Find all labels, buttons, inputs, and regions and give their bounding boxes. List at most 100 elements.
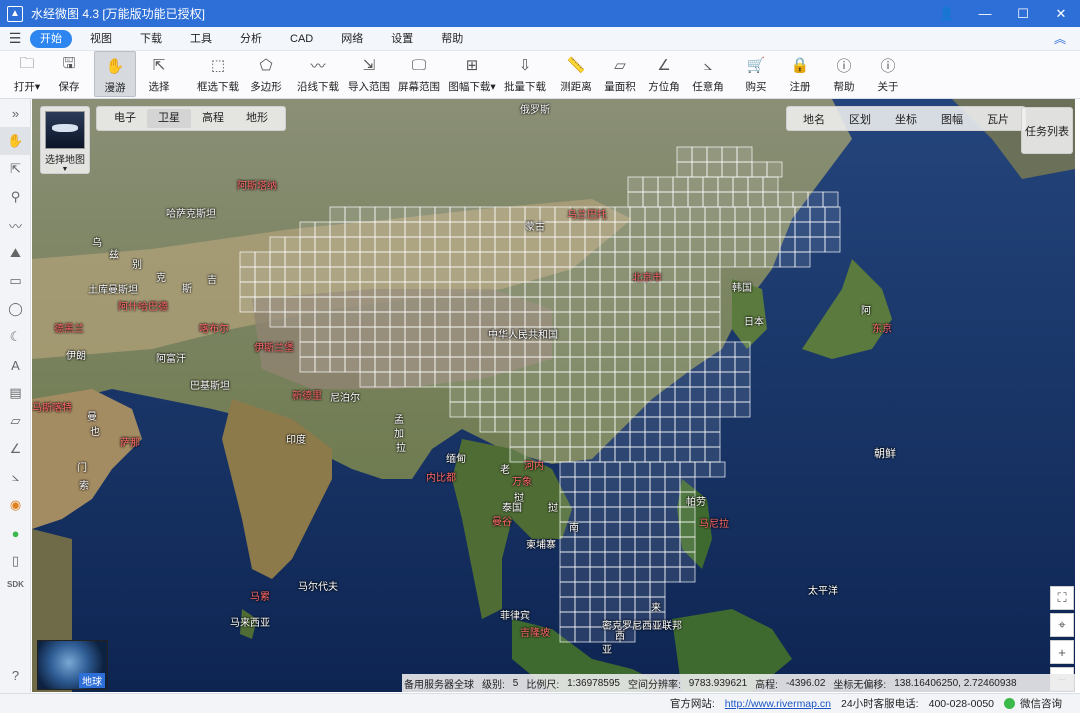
tile-cell xyxy=(239,266,256,283)
crescent-icon[interactable]: ☾ xyxy=(0,323,31,351)
toolbar-sheet-download-button[interactable]: ⊞ 图幅下载▾ xyxy=(444,51,500,97)
menu-tools[interactable]: 工具 xyxy=(180,30,222,48)
toolbar-batch-download-button[interactable]: ⇩ 批量下载 xyxy=(500,51,550,97)
minimize-icon[interactable]: — xyxy=(966,0,1004,27)
toolbar-line-download-button[interactable]: 〰沿线下载 xyxy=(292,51,344,97)
tile-cell xyxy=(604,536,621,553)
tile-cell xyxy=(329,251,346,268)
area-icon[interactable]: ⛰ xyxy=(0,239,31,267)
tile-cell xyxy=(419,206,436,223)
maximize-icon[interactable]: ☐ xyxy=(1004,0,1042,27)
tile-cell xyxy=(734,206,751,223)
toolbar-help-button[interactable]: ⓘ 帮助 xyxy=(822,51,866,97)
tab-satellite[interactable]: 卫星 xyxy=(147,109,191,128)
tile-cell xyxy=(329,326,346,343)
menu-network[interactable]: 网络 xyxy=(331,30,373,48)
toolbar-open-button[interactable]: 🗀 打开▾ xyxy=(6,51,48,97)
toolbar-screen-range-button[interactable]: 🖵 屏幕范围 xyxy=(394,51,444,97)
collapse-ribbon-icon[interactable]: ︽ xyxy=(1054,30,1066,47)
user-icon[interactable]: 👤 xyxy=(928,0,966,27)
toolbar-polygon-button[interactable]: ⬠ 多边形 xyxy=(244,51,288,97)
azimuth-icon[interactable]: ∠ xyxy=(0,435,31,463)
tile-cell xyxy=(554,356,571,373)
toolbar-register-button[interactable]: 🔒 注册 xyxy=(778,51,822,97)
close-icon[interactable]: ✕ xyxy=(1042,0,1080,27)
toolbar-buy-button[interactable]: 🛒 购买 xyxy=(734,51,778,97)
tile-cell xyxy=(679,536,696,553)
tile-cell xyxy=(404,341,421,358)
tile-cell xyxy=(344,221,361,238)
overlay-sheets[interactable]: 图幅 xyxy=(929,111,975,127)
menu-help[interactable]: 帮助 xyxy=(431,30,473,48)
polyline-icon[interactable]: 〰 xyxy=(0,211,31,239)
tab-electronic[interactable]: 电子 xyxy=(103,109,147,128)
circle-icon[interactable]: ◯ xyxy=(0,295,31,323)
area-measure-icon[interactable]: ▱ xyxy=(0,407,31,435)
map-label: 也 xyxy=(90,427,100,438)
overlay-divisions[interactable]: 区划 xyxy=(837,111,883,127)
hand-icon[interactable]: ✋ xyxy=(0,127,31,155)
cursor-icon[interactable]: ⇱ xyxy=(0,155,31,183)
tile-cell xyxy=(344,341,361,358)
menu-settings[interactable]: 设置 xyxy=(381,30,423,48)
map-canvas[interactable] xyxy=(32,99,1075,692)
overlay-tiles[interactable]: 瓦片 xyxy=(975,111,1021,127)
task-list-button[interactable]: 任务列表 xyxy=(1021,107,1073,154)
map-label-capital: 伊斯兰堡 xyxy=(254,343,294,354)
tile-cell xyxy=(284,296,301,313)
toolbar-azimuth-button[interactable]: ∠ 方位角 xyxy=(642,51,686,97)
pin-icon[interactable]: ⚲ xyxy=(0,183,31,211)
hamburger-icon[interactable]: ☰ xyxy=(0,30,30,47)
tile-cell xyxy=(464,251,481,268)
map-selector[interactable]: 选择地图 ▼ xyxy=(40,106,90,174)
status-resolution-label: 空间分辨率: xyxy=(627,679,681,691)
tile-cell xyxy=(644,416,661,433)
tile-cell xyxy=(479,386,496,403)
menu-view[interactable]: 视图 xyxy=(80,30,122,48)
toolbar-save-button[interactable]: 🖫 保存 xyxy=(48,51,90,97)
menu-start[interactable]: 开始 xyxy=(30,29,72,48)
help-circle-icon[interactable]: ? xyxy=(0,661,31,689)
angle-icon[interactable]: ⦣ xyxy=(0,463,31,491)
menu-download[interactable]: 下载 xyxy=(130,30,172,48)
toolbar-select-button[interactable]: ⇱ 选择 xyxy=(138,51,180,97)
tile-cell xyxy=(644,386,661,403)
angle-icon: ⦣ xyxy=(703,56,713,74)
zoom-in-icon[interactable]: + xyxy=(1050,640,1074,664)
tile-cell xyxy=(589,536,606,553)
overlay-coordinates[interactable]: 坐标 xyxy=(883,111,929,127)
toolbar-import-range-button[interactable]: ⇲ 导入范围 xyxy=(344,51,394,97)
tile-cell xyxy=(509,251,526,268)
overlay-place-names[interactable]: 地名 xyxy=(791,111,837,127)
footer-site-link[interactable]: http://www.rivermap.cn xyxy=(725,698,831,710)
expand-icon[interactable]: » xyxy=(0,99,31,127)
toolbar-measure-area-button[interactable]: ▱ 量面积 xyxy=(598,51,642,97)
tab-elevation[interactable]: 高程 xyxy=(191,109,235,128)
link-icon[interactable]: ● xyxy=(0,519,31,547)
globe-overview[interactable]: 地球 xyxy=(37,640,108,690)
toolbar-pan-button[interactable]: ✋ 漫游 xyxy=(94,51,136,97)
menu-analysis[interactable]: 分析 xyxy=(230,30,272,48)
fullscreen-icon[interactable]: ⛶ xyxy=(1050,586,1074,610)
phone-icon[interactable]: ▯ xyxy=(0,547,31,575)
tile-cell xyxy=(584,281,601,298)
menu-cad[interactable]: CAD xyxy=(280,30,323,48)
toolbar-measure-distance-button[interactable]: 📏 测距离 xyxy=(554,51,598,97)
sdk-button[interactable]: SDK xyxy=(0,575,31,593)
tile-cell xyxy=(704,356,721,373)
map-label: 乌 xyxy=(92,238,102,249)
layers-icon[interactable]: ◉ xyxy=(0,491,31,519)
toolbar-about-button[interactable]: ⓘ 关于 xyxy=(866,51,910,97)
text-icon[interactable]: A xyxy=(0,351,31,379)
tile-cell xyxy=(809,221,826,238)
ruler-icon[interactable]: ▤ xyxy=(0,379,31,407)
wechat-consult-button[interactable]: 微信咨询 xyxy=(1004,696,1062,711)
tile-cell xyxy=(599,281,616,298)
rectangle-icon[interactable]: ▭ xyxy=(0,267,31,295)
satellite-map[interactable]: 电子 卫星 高程 地形 地名 区划 坐标 图幅 瓦片 任务列表 选择地图 ▼ 俄… xyxy=(32,99,1075,692)
tile-cell xyxy=(634,566,651,583)
toolbar-angle-button[interactable]: ⦣ 任意角 xyxy=(686,51,730,97)
tab-terrain[interactable]: 地形 xyxy=(235,109,279,128)
toolbar-box-download-button[interactable]: ⬚ 框选下载 xyxy=(192,51,244,97)
locate-icon[interactable]: ⌖ xyxy=(1050,613,1074,637)
